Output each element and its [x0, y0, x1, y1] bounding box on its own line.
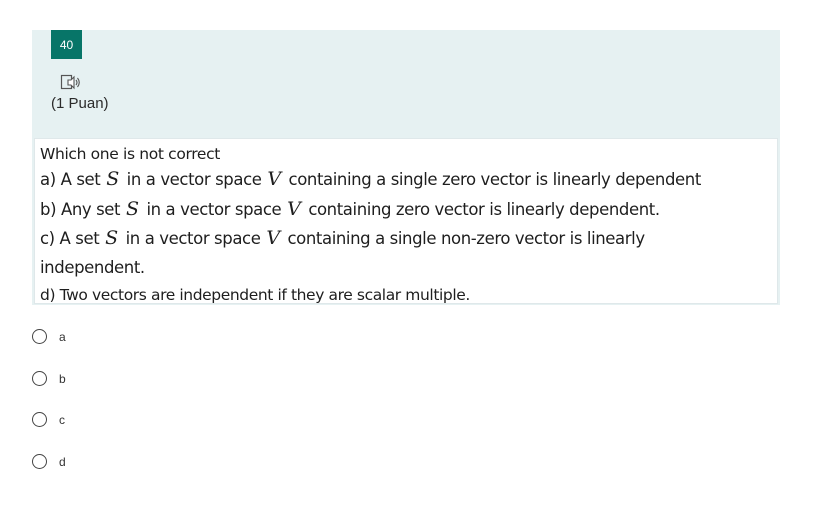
statement-c-continued: independent. — [40, 257, 145, 277]
speaker-icon[interactable] — [60, 74, 82, 92]
option-c[interactable]: c — [32, 410, 66, 452]
option-label: a — [59, 330, 66, 344]
option-label: b — [59, 371, 66, 386]
option-d[interactable]: d — [32, 452, 66, 494]
radio-button[interactable] — [32, 412, 47, 427]
statement-b: b) Any set S in a vector space V contain… — [40, 197, 660, 220]
option-label: c — [59, 413, 65, 427]
option-label: d — [59, 454, 66, 469]
option-b[interactable]: b — [32, 369, 66, 411]
statement-d: d) Two vectors are independent if they a… — [40, 286, 470, 304]
answer-options: a b c d — [32, 327, 66, 493]
points-label: (1 Puan) — [51, 95, 109, 112]
statement-c: c) A set S in a vector space V containin… — [40, 227, 645, 249]
page: 40 (1 Puan) Which one is not correct a) … — [0, 0, 819, 515]
question-number-badge: 40 — [51, 30, 82, 59]
question-prompt: Which one is not correct — [40, 145, 220, 163]
radio-button[interactable] — [32, 370, 47, 386]
radio-button[interactable] — [32, 329, 47, 344]
question-card: 40 (1 Puan) Which one is not correct a) … — [32, 30, 780, 305]
option-a[interactable]: a — [32, 327, 66, 369]
question-text: Which one is not correct a) A set S in a… — [34, 138, 778, 304]
statement-a: a) A set S in a vector space V containin… — [40, 168, 701, 190]
radio-button[interactable] — [32, 453, 47, 469]
